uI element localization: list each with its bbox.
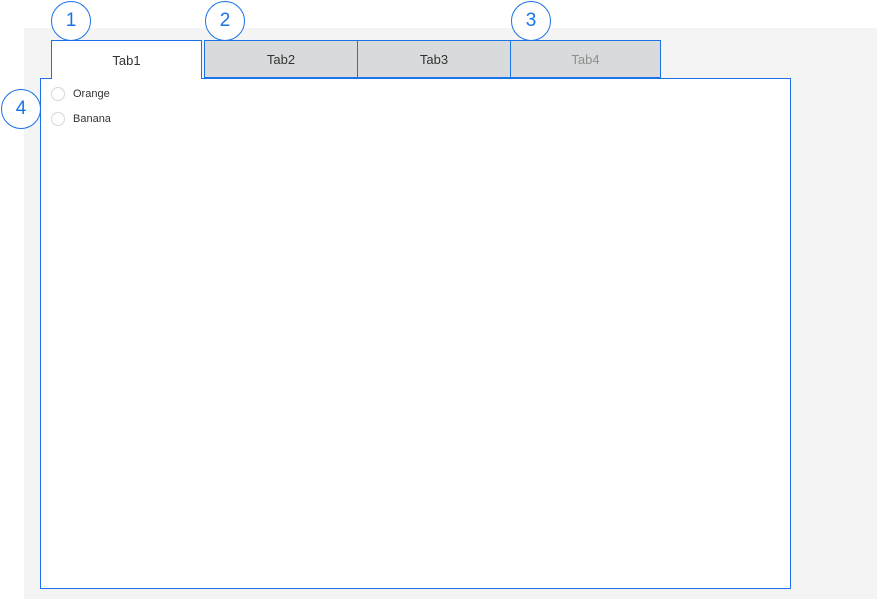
radio-label-banana: Banana [73,113,111,125]
callout-2: 2 [205,1,245,41]
tab-3[interactable]: Tab3 [357,40,511,78]
tab-2[interactable]: Tab2 [204,40,358,78]
tab-3-label: Tab3 [419,51,449,67]
callout-1: 1 [51,1,91,41]
tab-4: Tab4 [510,40,661,78]
radio-option-orange[interactable]: Orange [51,87,110,101]
tab-1[interactable]: Tab1 [51,40,202,79]
tab-1-label: Tab1 [112,52,141,68]
tab-4-label: Tab4 [571,51,600,67]
callout-3: 3 [511,1,551,41]
tab-2-label: Tab2 [266,51,296,67]
tab-content-panel: Orange Banana [40,78,791,589]
radio-button[interactable] [51,87,65,101]
callout-4: 4 [1,89,41,129]
radio-option-banana[interactable]: Banana [51,112,111,126]
radio-button[interactable] [51,112,65,126]
radio-label-orange: Orange [73,88,110,100]
